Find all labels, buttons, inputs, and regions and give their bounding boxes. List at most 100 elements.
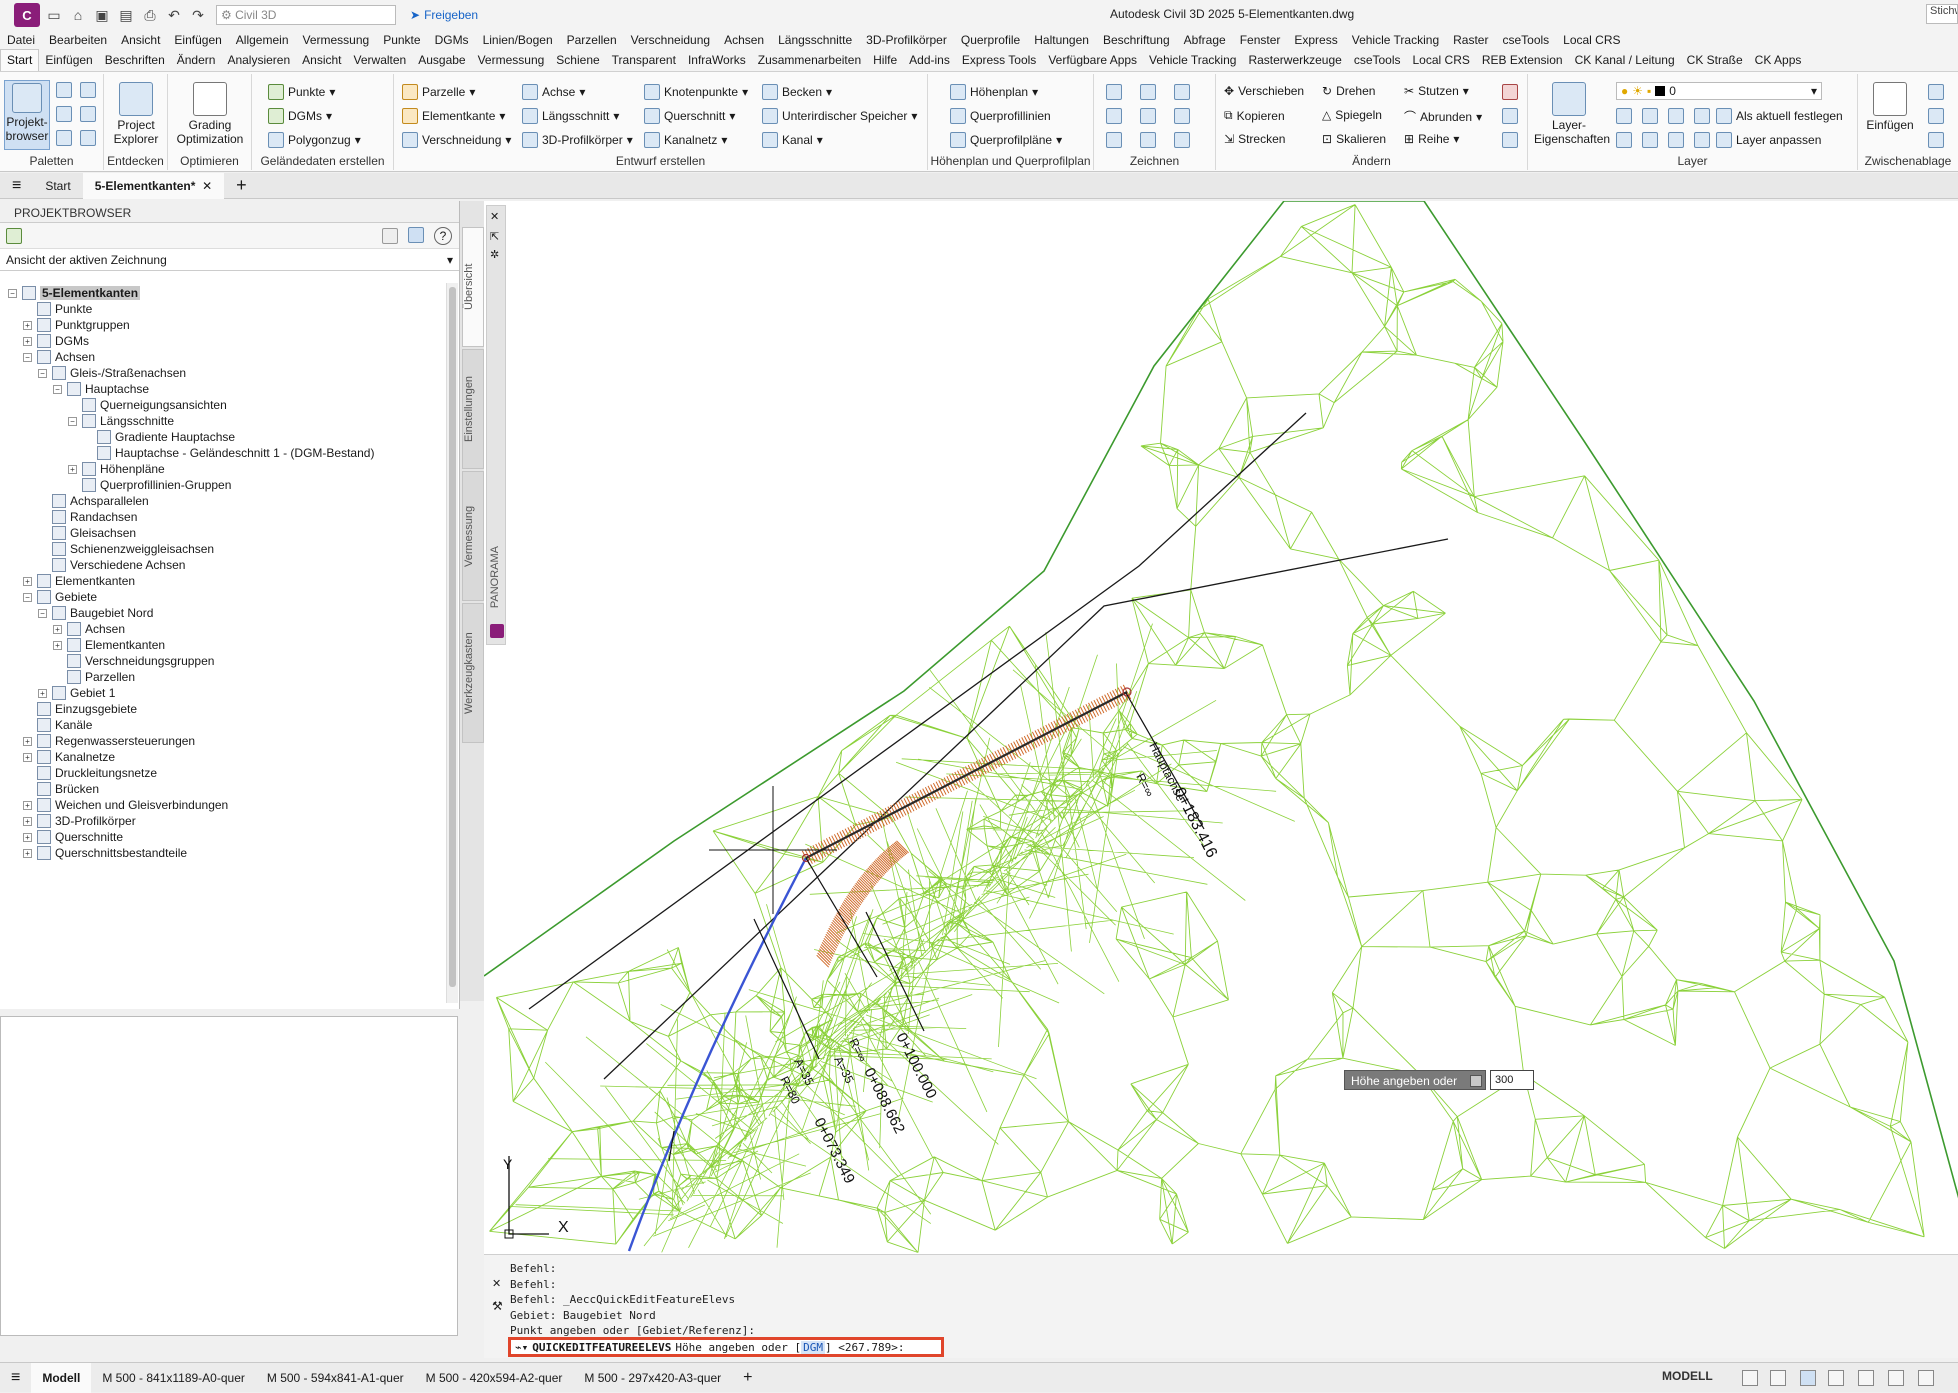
parzelle-button[interactable]: Parzelle ▾ bbox=[402, 84, 475, 100]
circle-icon[interactable] bbox=[1140, 108, 1156, 124]
querprofillinien-button[interactable]: Querprofillinien bbox=[950, 108, 1051, 124]
tree-item-langsschnitte[interactable]: − Längsschnitte bbox=[68, 413, 174, 429]
tree-item-querneigungsansichten[interactable]: Querneigungsansichten bbox=[68, 397, 227, 413]
workspace-select[interactable]: ⚙ Civil 3D bbox=[216, 5, 396, 25]
tree-item-randachsen[interactable]: Randachsen bbox=[38, 509, 137, 525]
ribbon-tab-local-crs[interactable]: Local CRS bbox=[1407, 50, 1476, 71]
polygonzug-button[interactable]: Polygonzug ▾ bbox=[268, 132, 361, 148]
menu-punkte[interactable]: Punkte bbox=[376, 33, 427, 47]
ribbon-tab-hilfe[interactable]: Hilfe bbox=[867, 50, 903, 71]
tab-uebersicht[interactable]: Übersicht bbox=[462, 227, 484, 347]
isodraft-icon[interactable] bbox=[1888, 1370, 1904, 1386]
ribbon-tab-vehicle-tracking[interactable]: Vehicle Tracking bbox=[1143, 50, 1242, 71]
cut-icon[interactable] bbox=[1928, 84, 1944, 100]
elementkante-button[interactable]: Elementkante ▾ bbox=[402, 108, 505, 124]
layer-tool-icon-2[interactable] bbox=[1642, 108, 1658, 124]
expand-icon[interactable]: + bbox=[23, 336, 32, 346]
menu-vehicle-tracking[interactable]: Vehicle Tracking bbox=[1345, 33, 1446, 47]
tree-item-querprofillinien-gruppen[interactable]: Querprofillinien-Gruppen bbox=[68, 477, 231, 493]
tree-item-gebiet-1[interactable]: + Gebiet 1 bbox=[38, 685, 115, 701]
dgms-button[interactable]: DGMs ▾ bbox=[268, 108, 332, 124]
menu-parzellen[interactable]: Parzellen bbox=[560, 33, 624, 47]
panorama-label[interactable]: PANORAMA bbox=[489, 546, 501, 608]
layer-anpassen-button[interactable]: Layer anpassen bbox=[1716, 132, 1821, 148]
drawing-viewport[interactable]: Hauptachse R=∞ 0+183.416 A=35 R=80 0+073.349 R… bbox=[484, 201, 1958, 1254]
expand-icon[interactable]: + bbox=[53, 640, 62, 650]
browser-scrollbar[interactable] bbox=[446, 283, 458, 1003]
kopieren-button[interactable]: ⧉ Kopieren bbox=[1224, 108, 1285, 123]
command-input[interactable]: ⌁▾ QUICKEDITFEATUREELEVS Höhe angeben od… bbox=[508, 1337, 944, 1357]
als-aktuell-festlegen-button[interactable]: Als aktuell festlegen bbox=[1716, 108, 1843, 124]
spiegeln-button[interactable]: △ Spiegeln bbox=[1322, 108, 1382, 122]
tree-item-verschiedene-achsen[interactable]: Verschiedene Achsen bbox=[38, 557, 185, 573]
menu-abfrage[interactable]: Abfrage bbox=[1177, 33, 1233, 47]
expand-icon[interactable]: + bbox=[23, 752, 32, 762]
scrollbar-thumb[interactable] bbox=[449, 287, 456, 987]
layout-tab-m-500-420x594-a2-quer[interactable]: M 500 - 420x594-A2-quer bbox=[415, 1363, 574, 1393]
tree-item-gebiete[interactable]: − Gebiete bbox=[23, 589, 97, 605]
region-icon[interactable] bbox=[1174, 132, 1190, 148]
tree-item-achsparallelen[interactable]: Achsparallelen bbox=[38, 493, 149, 509]
menu-querprofile[interactable]: Querprofile bbox=[954, 33, 1027, 47]
menu-beschriftung[interactable]: Beschriftung bbox=[1096, 33, 1177, 47]
layer-tool-icon-7[interactable] bbox=[1668, 132, 1684, 148]
ribbon-tab-schiene[interactable]: Schiene bbox=[550, 50, 605, 71]
tree-item-gleis-strassenachsen[interactable]: − Gleis-/Straßenachsen bbox=[38, 365, 186, 381]
redo-icon[interactable]: ↷ bbox=[188, 5, 208, 25]
view-select[interactable]: Ansicht der aktiven Zeichnung ▾ bbox=[0, 249, 459, 271]
expand-icon[interactable]: + bbox=[23, 320, 32, 330]
tree-item-druckleitungsnetze[interactable]: Druckleitungsnetze bbox=[23, 765, 157, 781]
menu-linien-bogen[interactable]: Linien/Bogen bbox=[476, 33, 560, 47]
layout-tab-modell[interactable]: Modell bbox=[31, 1362, 92, 1393]
palette-icon-5[interactable] bbox=[56, 130, 72, 146]
snap-icon[interactable] bbox=[1770, 1370, 1786, 1386]
knotenpunkte-button[interactable]: Knotenpunkte ▾ bbox=[644, 84, 748, 100]
laengsschnitt-button[interactable]: Längsschnitt ▾ bbox=[522, 108, 619, 124]
ribbon-tab-infraworks[interactable]: InfraWorks bbox=[682, 50, 752, 71]
menu-langsschnitte[interactable]: Längsschnitte bbox=[771, 33, 859, 47]
palette-icon-3[interactable] bbox=[56, 106, 72, 122]
hatch-icon[interactable] bbox=[1106, 132, 1122, 148]
projektbrowser-button[interactable]: Projekt- browser bbox=[4, 80, 50, 150]
palette-icon-1[interactable] bbox=[56, 82, 72, 98]
new-tab-button[interactable]: + bbox=[224, 173, 259, 199]
tree-item-hauptachse-gelandeschnitt-1-dgm-bestand[interactable]: Hauptachse - Geländeschnitt 1 - (DGM-Bes… bbox=[83, 445, 374, 461]
line-icon[interactable] bbox=[1106, 84, 1122, 100]
undo-icon[interactable]: ↶ bbox=[164, 5, 184, 25]
dynamic-input-value[interactable]: 300 bbox=[1490, 1070, 1534, 1090]
tree-item-achsen[interactable]: + Achsen bbox=[53, 621, 125, 637]
spline-icon[interactable] bbox=[1106, 108, 1122, 124]
tree-item-weichen-und-gleisverbindungen[interactable]: + Weichen und Gleisverbindungen bbox=[23, 797, 228, 813]
expand-icon[interactable]: + bbox=[38, 688, 47, 698]
tree-item-elementkanten[interactable]: + Elementkanten bbox=[53, 637, 165, 653]
erase-icon[interactable] bbox=[1502, 84, 1518, 100]
querschnitt-button[interactable]: Querschnitt ▾ bbox=[644, 108, 735, 124]
menu-allgemein[interactable]: Allgemein bbox=[229, 33, 296, 47]
collapse-icon[interactable]: − bbox=[23, 352, 32, 362]
tree-item-gradiente-hauptachse[interactable]: Gradiente Hauptachse bbox=[83, 429, 235, 445]
tree-item-querschnittsbestandteile[interactable]: + Querschnittsbestandteile bbox=[23, 845, 187, 861]
tree-view-icon[interactable] bbox=[408, 227, 424, 243]
grading-optimization-button[interactable]: Grading Optimization bbox=[172, 82, 248, 146]
open-icon[interactable]: ⌂ bbox=[68, 5, 88, 25]
menu-csetools[interactable]: cseTools bbox=[1495, 33, 1556, 47]
ribbon-tab-andern[interactable]: Ändern bbox=[171, 50, 222, 71]
help-search-input[interactable]: Stichw bbox=[1926, 4, 1958, 24]
collapse-icon[interactable]: − bbox=[53, 384, 62, 394]
expand-icon[interactable]: + bbox=[23, 848, 32, 858]
ribbon-tab-csetools[interactable]: cseTools bbox=[1348, 50, 1407, 71]
tree-item-brucken[interactable]: Brücken bbox=[23, 781, 99, 797]
grid-icon[interactable] bbox=[1742, 1370, 1758, 1386]
tree-item-hohenplane[interactable]: + Höhenpläne bbox=[68, 461, 165, 477]
ellipse-icon[interactable] bbox=[1140, 132, 1156, 148]
option-dgm[interactable]: DGM bbox=[801, 1340, 826, 1354]
tree-item-5-elementkanten[interactable]: − 5-Elementkanten bbox=[8, 285, 141, 301]
ribbon-tab-transparent[interactable]: Transparent bbox=[606, 50, 682, 71]
ribbon-tab-ck-apps[interactable]: CK Apps bbox=[1749, 50, 1808, 71]
expand-icon[interactable]: + bbox=[23, 832, 32, 842]
tree-item-dgms[interactable]: + DGMs bbox=[23, 333, 89, 349]
ribbon-tab-analysieren[interactable]: Analysieren bbox=[221, 50, 296, 71]
arc-icon[interactable] bbox=[1174, 84, 1190, 100]
layout-tab-m-500-594x841-a1-quer[interactable]: M 500 - 594x841-A1-quer bbox=[256, 1363, 415, 1393]
model-space-button[interactable]: MODELL bbox=[1662, 1369, 1713, 1383]
